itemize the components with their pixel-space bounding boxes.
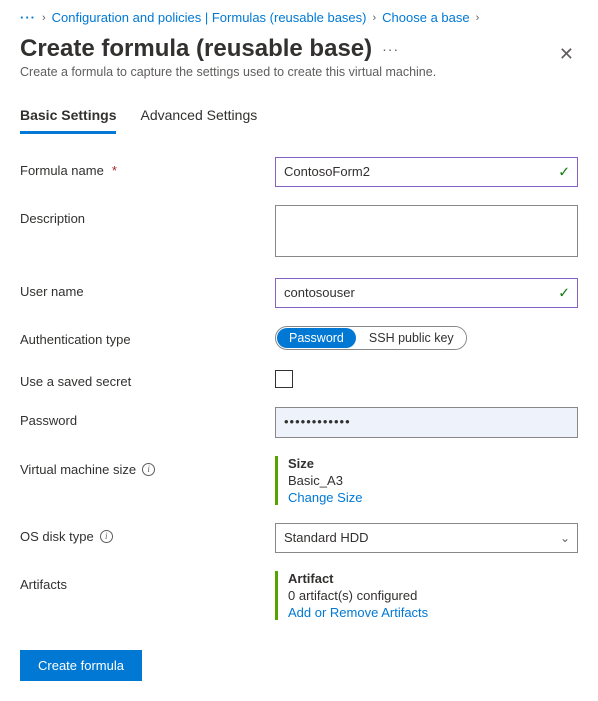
page-subtitle: Create a formula to capture the settings…	[20, 65, 436, 79]
label-description: Description	[20, 205, 275, 226]
info-icon[interactable]: i	[142, 463, 155, 476]
auth-type-toggle: Password SSH public key	[275, 326, 467, 350]
check-icon: ✓	[558, 285, 570, 302]
label-saved-secret: Use a saved secret	[20, 368, 275, 389]
tab-advanced-settings[interactable]: Advanced Settings	[140, 107, 257, 134]
info-icon[interactable]: i	[100, 530, 113, 543]
tab-basic-settings[interactable]: Basic Settings	[20, 107, 116, 134]
label-formula-name: Formula name*	[20, 157, 275, 178]
breadcrumb-link-choose-base[interactable]: Choose a base	[382, 10, 469, 25]
create-formula-button[interactable]: Create formula	[20, 650, 142, 681]
artifacts-link[interactable]: Add or Remove Artifacts	[288, 605, 578, 620]
auth-ssh-option[interactable]: SSH public key	[357, 327, 466, 349]
check-icon: ✓	[558, 164, 570, 181]
tabs: Basic Settings Advanced Settings	[20, 107, 578, 135]
label-user-name: User name	[20, 278, 275, 299]
label-auth-type: Authentication type	[20, 326, 275, 347]
breadcrumb-ellipsis[interactable]: ···	[20, 10, 36, 25]
change-size-link[interactable]: Change Size	[288, 490, 578, 505]
more-icon[interactable]: ···	[382, 41, 399, 57]
breadcrumb-link-config[interactable]: Configuration and policies | Formulas (r…	[52, 10, 367, 25]
user-name-input[interactable]	[275, 278, 578, 308]
artifacts-count: 0 artifact(s) configured	[288, 588, 578, 603]
breadcrumb: ··· › Configuration and policies | Formu…	[20, 10, 578, 25]
formula-name-input[interactable]	[275, 157, 578, 187]
auth-password-option[interactable]: Password	[277, 328, 356, 348]
description-input[interactable]	[275, 205, 578, 257]
chevron-right-icon: ›	[476, 12, 480, 24]
chevron-right-icon: ›	[42, 12, 46, 24]
vm-size-header: Size	[288, 456, 578, 471]
label-vm-size: Virtual machine size i	[20, 456, 275, 477]
vm-size-block: Size Basic_A3 Change Size	[275, 456, 578, 505]
artifacts-header: Artifact	[288, 571, 578, 586]
vm-size-value: Basic_A3	[288, 473, 578, 488]
label-os-disk: OS disk type i	[20, 523, 275, 544]
password-input[interactable]	[275, 407, 578, 437]
os-disk-select[interactable]	[275, 523, 578, 553]
page-title: Create formula (reusable base) ···	[20, 35, 436, 63]
chevron-right-icon: ›	[372, 12, 376, 24]
artifacts-block: Artifact 0 artifact(s) configured Add or…	[275, 571, 578, 620]
close-icon[interactable]: ✕	[555, 41, 578, 67]
label-artifacts: Artifacts	[20, 571, 275, 592]
label-password: Password	[20, 407, 275, 428]
saved-secret-checkbox[interactable]	[275, 370, 293, 388]
